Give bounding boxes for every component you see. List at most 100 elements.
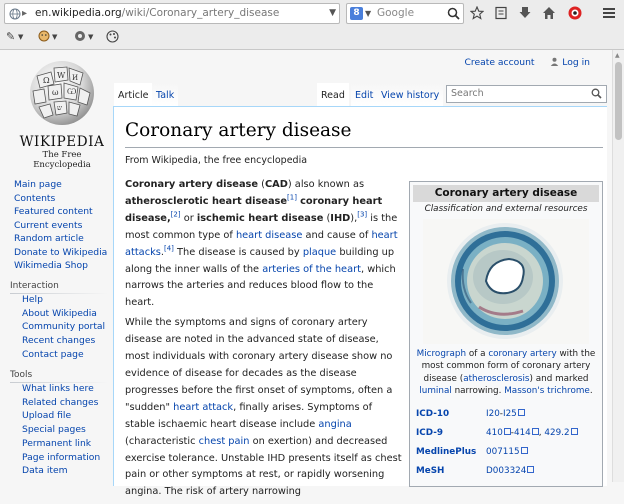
sidebar-item-about-wikipedia[interactable]: About Wikipedia xyxy=(22,307,105,321)
sidebar-item-related-changes[interactable]: Related changes xyxy=(22,396,100,410)
face-dropdown-icon[interactable]: ▼ xyxy=(52,33,57,49)
external-link-icon xyxy=(527,466,535,473)
title-divider xyxy=(125,147,603,148)
external-link-icon xyxy=(517,409,525,416)
arteries-of-the-heart-link[interactable]: arteries of the heart xyxy=(262,264,361,275)
addon-toolbar: ✎ ▼ ▼ ▼ xyxy=(0,27,624,49)
sidebar-item-contact-page[interactable]: Contact page xyxy=(22,348,105,362)
wikipedia-page: Ω W И ω Ѡ ש WIKIPEDIA The Free Encyclope… xyxy=(0,50,612,497)
micrograph-image[interactable] xyxy=(423,219,589,344)
code-link[interactable]: 429.2 xyxy=(544,428,569,438)
page-title: Coronary artery disease xyxy=(125,120,352,141)
globe-icon xyxy=(9,8,21,20)
svg-text:ש: ש xyxy=(57,104,62,112)
external-link-icon xyxy=(503,428,511,435)
infobox-key[interactable]: ICD-9 xyxy=(416,428,443,438)
svg-text:Ѡ: Ѡ xyxy=(67,87,76,96)
code-link[interactable]: 414 xyxy=(514,428,531,438)
face-addon-icon[interactable] xyxy=(38,30,50,46)
infobox-key[interactable]: ICD-10 xyxy=(416,409,449,419)
heart-disease-link[interactable]: heart disease xyxy=(236,230,302,241)
site-identity-chevron-icon[interactable]: ▸ xyxy=(22,4,27,23)
sidebar-item-featured-content[interactable]: Featured content xyxy=(14,205,107,219)
reference-link[interactable]: [2] xyxy=(171,211,181,219)
address-bar[interactable]: ▸ en.wikipedia.org/wiki/Coronary_artery_… xyxy=(4,3,340,24)
sidebar-tools-list: What links here Related changes Upload f… xyxy=(22,382,100,478)
search-icon[interactable] xyxy=(591,88,602,99)
article-body: Coronary artery disease (CAD) also known… xyxy=(125,177,405,504)
log-in-link[interactable]: Log in xyxy=(562,57,590,68)
reference-link[interactable]: [3] xyxy=(357,211,367,219)
sidebar-item-main-page[interactable]: Main page xyxy=(14,178,107,192)
reference-link[interactable]: [4] xyxy=(164,244,174,252)
coronary-artery-link[interactable]: coronary artery xyxy=(488,349,556,359)
sidebar-item-data-item[interactable]: Data item xyxy=(22,464,100,478)
code-link[interactable]: I20 xyxy=(486,409,500,419)
code-link[interactable]: D003324 xyxy=(486,466,526,476)
micrograph-link[interactable]: Micrograph xyxy=(417,349,466,359)
sidebar-heading-tools[interactable]: Tools xyxy=(10,370,32,380)
browser-toolbar: ▸ en.wikipedia.org/wiki/Coronary_artery_… xyxy=(0,0,624,50)
settings-circle-icon[interactable] xyxy=(74,30,86,46)
tab-read[interactable]: Read xyxy=(317,83,349,106)
sidebar-item-special-pages[interactable]: Special pages xyxy=(22,423,100,437)
sidebar-item-permanent-link[interactable]: Permanent link xyxy=(22,437,100,451)
vertical-scrollbar[interactable]: ▲ xyxy=(612,50,624,482)
sidebar-item-random-article[interactable]: Random article xyxy=(14,232,107,246)
reference-link[interactable]: [1] xyxy=(287,194,297,202)
scroll-up-arrow-icon[interactable]: ▲ xyxy=(615,52,620,59)
tab-talk[interactable]: Talk xyxy=(152,83,179,106)
settings-dropdown-icon[interactable]: ▼ xyxy=(88,33,93,49)
sidebar-item-community-portal[interactable]: Community portal xyxy=(22,320,105,334)
sidebar-item-page-information[interactable]: Page information xyxy=(22,451,100,465)
search-icon[interactable] xyxy=(447,7,460,20)
bookmarks-menu-icon[interactable] xyxy=(492,4,510,22)
pencil-dropdown-icon[interactable]: ▼ xyxy=(18,33,23,49)
url-dropdown-icon[interactable]: ▼ xyxy=(329,4,336,23)
home-icon[interactable] xyxy=(540,4,558,22)
angina-link[interactable]: angina xyxy=(318,419,351,430)
chest-pain-link[interactable]: chest pain xyxy=(199,436,250,447)
scrollbar-thumb[interactable] xyxy=(615,62,622,140)
sidebar-item-contents[interactable]: Contents xyxy=(14,192,107,206)
wikipedia-globe-icon: Ω W И ω Ѡ ש xyxy=(30,61,94,125)
heart-attack-link[interactable]: heart attack xyxy=(173,402,233,413)
sidebar-heading-interaction[interactable]: Interaction xyxy=(10,281,59,291)
star-bookmark-icon[interactable] xyxy=(468,4,486,22)
downloads-icon[interactable] xyxy=(516,4,534,22)
code-link[interactable]: 007115 xyxy=(486,447,520,457)
infobox-caption: Micrograph of a coronary artery with the… xyxy=(416,349,596,396)
plaque-link[interactable]: plaque xyxy=(303,247,336,258)
search-engine-dropdown-icon[interactable]: ▼ xyxy=(365,4,371,23)
sidebar-item-help[interactable]: Help xyxy=(22,293,105,307)
wiki-search-input[interactable]: Search xyxy=(446,85,607,103)
url-text[interactable]: en.wikipedia.org/wiki/Coronary_artery_di… xyxy=(35,4,279,23)
sidebar-item-donate[interactable]: Donate to Wikipedia xyxy=(14,246,107,260)
sidebar-item-upload-file[interactable]: Upload file xyxy=(22,409,100,423)
code-link[interactable]: I25 xyxy=(503,409,517,419)
massons-trichrome-link[interactable]: Masson's trichrome xyxy=(504,386,590,396)
addon-ghostery-icon[interactable] xyxy=(566,4,584,22)
infobox-key[interactable]: MeSH xyxy=(416,466,444,476)
atherosclerosis-link[interactable]: atherosclerosis xyxy=(463,374,529,384)
luminal-link[interactable]: luminal xyxy=(419,386,451,396)
create-account-link[interactable]: Create account xyxy=(464,57,534,68)
palette-icon[interactable] xyxy=(106,30,119,46)
sidebar-item-current-events[interactable]: Current events xyxy=(14,219,107,233)
code-link[interactable]: 410 xyxy=(486,428,503,438)
browser-search-bar[interactable]: 8 ▼ Google xyxy=(346,3,464,24)
wikipedia-logo[interactable]: Ω W И ω Ѡ ש WIKIPEDIA The Free Encyclope… xyxy=(14,56,110,176)
tab-edit[interactable]: Edit xyxy=(351,83,378,106)
tab-view-history[interactable]: View history xyxy=(377,83,444,106)
search-engine-icon[interactable]: 8 xyxy=(350,7,363,20)
sidebar-item-recent-changes[interactable]: Recent changes xyxy=(22,334,105,348)
lead-paragraph: Coronary artery disease (CAD) also known… xyxy=(125,179,398,309)
infobox-title: Coronary artery disease xyxy=(413,185,599,202)
hamburger-menu-icon[interactable] xyxy=(600,4,618,22)
pencil-icon[interactable]: ✎ xyxy=(6,30,15,46)
sidebar-item-what-links-here[interactable]: What links here xyxy=(22,382,100,396)
sidebar-item-wikimedia-shop[interactable]: Wikimedia Shop xyxy=(14,259,107,273)
infobox-key[interactable]: MedlinePlus xyxy=(416,447,476,457)
tab-article[interactable]: Article xyxy=(114,83,153,106)
user-icon xyxy=(551,57,559,66)
